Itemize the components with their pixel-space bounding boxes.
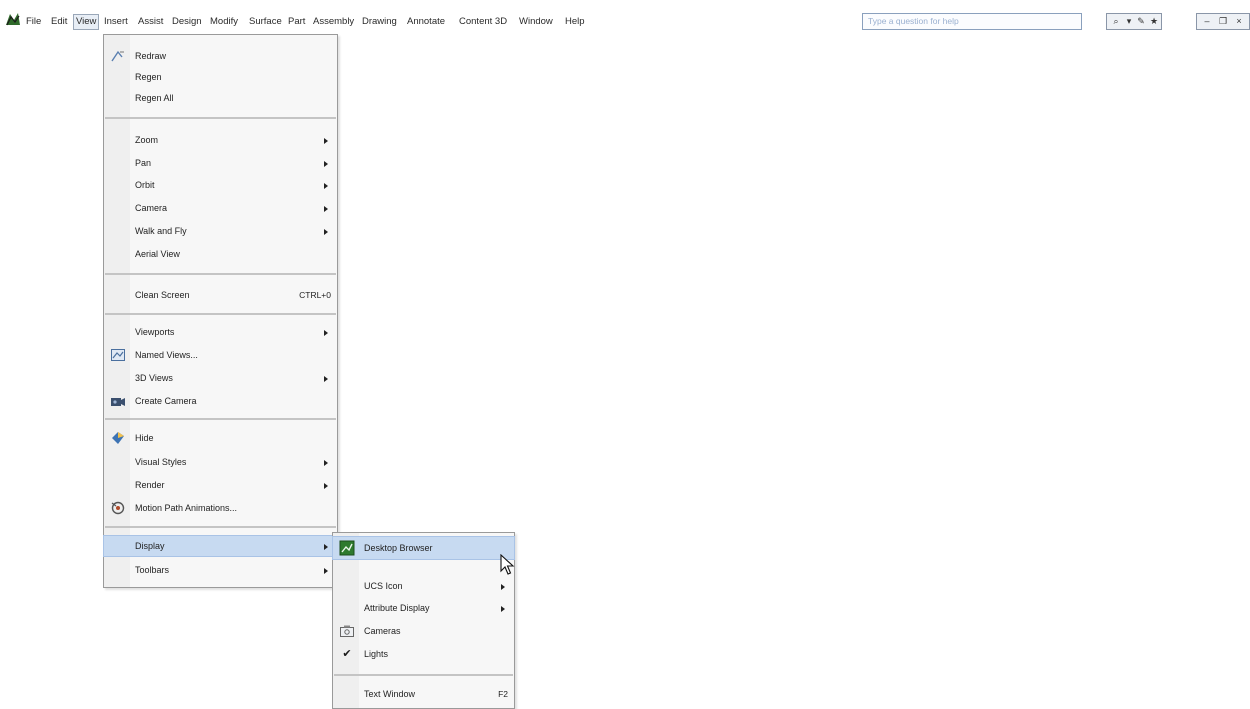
menu-part[interactable]: Part [288, 15, 305, 29]
submenu-arrow-icon [324, 183, 328, 189]
app-logo-icon[interactable] [4, 11, 22, 27]
hide-icon [112, 432, 124, 444]
menu-view[interactable]: View [73, 14, 100, 30]
help-search-input[interactable]: Type a question for help [862, 13, 1082, 30]
menu-insert[interactable]: Insert [104, 15, 128, 29]
submenu-arrow-icon [324, 229, 328, 235]
submenu-arrow-icon [324, 161, 328, 167]
menu-item-camera[interactable]: Camera [104, 198, 337, 218]
cameras-icon [340, 625, 354, 637]
submenu-arrow-icon [324, 376, 328, 382]
display-submenu: Desktop Browser UCS Icon Attribute Displ… [332, 532, 515, 709]
submenu-arrow-icon [501, 584, 505, 590]
menu-item-ucs-icon[interactable]: UCS Icon [333, 576, 514, 596]
help-search-placeholder: Type a question for help [868, 16, 959, 26]
search-icon[interactable]: ⌕ [1110, 15, 1122, 28]
menu-item-create-camera[interactable]: Create Camera [104, 391, 337, 411]
menu-modify[interactable]: Modify [210, 15, 238, 29]
menu-file[interactable]: File [26, 15, 41, 29]
menu-item-zoom[interactable]: Zoom [104, 130, 337, 150]
help-toolbar: ⌕ ▾ ✎ ★ [1106, 13, 1162, 30]
menu-window[interactable]: Window [519, 15, 553, 29]
menu-drawing[interactable]: Drawing [362, 15, 397, 29]
menu-item-regen-all[interactable]: Regen All [104, 88, 337, 108]
submenu-arrow-icon [324, 330, 328, 336]
redraw-icon [111, 50, 124, 62]
submenu-arrow-icon [501, 606, 505, 612]
menu-assist[interactable]: Assist [138, 15, 163, 29]
minimize-icon[interactable]: – [1201, 15, 1213, 28]
submenu-arrow-icon [324, 138, 328, 144]
favorites-icon[interactable]: ★ [1148, 15, 1160, 28]
submenu-arrow-icon [324, 544, 328, 550]
menu-separator [105, 273, 336, 275]
chevron-down-icon[interactable]: ▾ [1123, 15, 1135, 28]
menu-item-render[interactable]: Render [104, 475, 337, 495]
menu-item-toolbars[interactable]: Toolbars [104, 560, 337, 580]
menu-separator [334, 674, 513, 676]
checkmark-icon: ✔ [342, 648, 352, 660]
menu-item-regen[interactable]: Regen [104, 67, 337, 87]
restore-icon[interactable]: ❐ [1217, 15, 1229, 28]
menu-item-aerial-view[interactable]: Aerial View [104, 244, 337, 264]
menu-item-visual-styles[interactable]: Visual Styles [104, 452, 337, 472]
menu-item-named-views[interactable]: Named Views... [104, 345, 337, 365]
camera-icon [111, 398, 125, 406]
menu-separator [105, 418, 336, 420]
view-menu: Redraw Regen Regen All Zoom Pan Orbit Ca… [103, 34, 338, 588]
menu-edit[interactable]: Edit [51, 15, 67, 29]
menu-item-pan[interactable]: Pan [104, 153, 337, 173]
menu-bar: File Edit View Insert Assist Design Modi… [0, 0, 1250, 36]
menu-item-motion-path-animations[interactable]: Motion Path Animations... [104, 498, 337, 518]
mouse-cursor-icon [500, 554, 515, 575]
menu-separator [105, 526, 336, 528]
menu-separator [105, 117, 336, 119]
menu-item-orbit[interactable]: Orbit [104, 175, 337, 195]
menu-item-attribute-display[interactable]: Attribute Display [333, 598, 514, 618]
menu-item-desktop-browser[interactable]: Desktop Browser [332, 536, 515, 560]
menu-item-text-window[interactable]: Text Window F2 [333, 684, 514, 704]
menu-item-display[interactable]: Display [103, 535, 338, 557]
window-controls: – ❐ × [1196, 13, 1250, 30]
motion-path-icon [111, 501, 125, 515]
submenu-arrow-icon [324, 568, 328, 574]
menu-item-3d-views[interactable]: 3D Views [104, 368, 337, 388]
menu-item-redraw[interactable]: Redraw [104, 46, 337, 66]
menu-surface[interactable]: Surface [249, 15, 282, 29]
submenu-arrow-icon [324, 460, 328, 466]
menu-separator [105, 313, 336, 315]
desktop-browser-icon [339, 540, 355, 556]
menu-item-cameras[interactable]: Cameras [333, 621, 514, 641]
menu-design[interactable]: Design [172, 15, 202, 29]
communication-center-icon[interactable]: ✎ [1135, 15, 1147, 28]
menu-content-3d[interactable]: Content 3D [459, 15, 507, 29]
named-views-icon [111, 349, 125, 361]
menu-item-clean-screen[interactable]: Clean Screen CTRL+0 [104, 285, 337, 305]
menu-item-hide[interactable]: Hide [104, 428, 337, 448]
shortcut-label: F2 [498, 689, 508, 699]
submenu-arrow-icon [324, 483, 328, 489]
menu-help[interactable]: Help [565, 15, 585, 29]
menu-item-lights[interactable]: ✔ Lights [333, 644, 514, 664]
menu-assembly[interactable]: Assembly [313, 15, 354, 29]
close-icon[interactable]: × [1233, 15, 1245, 28]
menu-item-walk-and-fly[interactable]: Walk and Fly [104, 221, 337, 241]
menu-annotate[interactable]: Annotate [407, 15, 445, 29]
submenu-arrow-icon [324, 206, 328, 212]
shortcut-label: CTRL+0 [299, 290, 331, 300]
menu-item-viewports[interactable]: Viewports [104, 322, 337, 342]
